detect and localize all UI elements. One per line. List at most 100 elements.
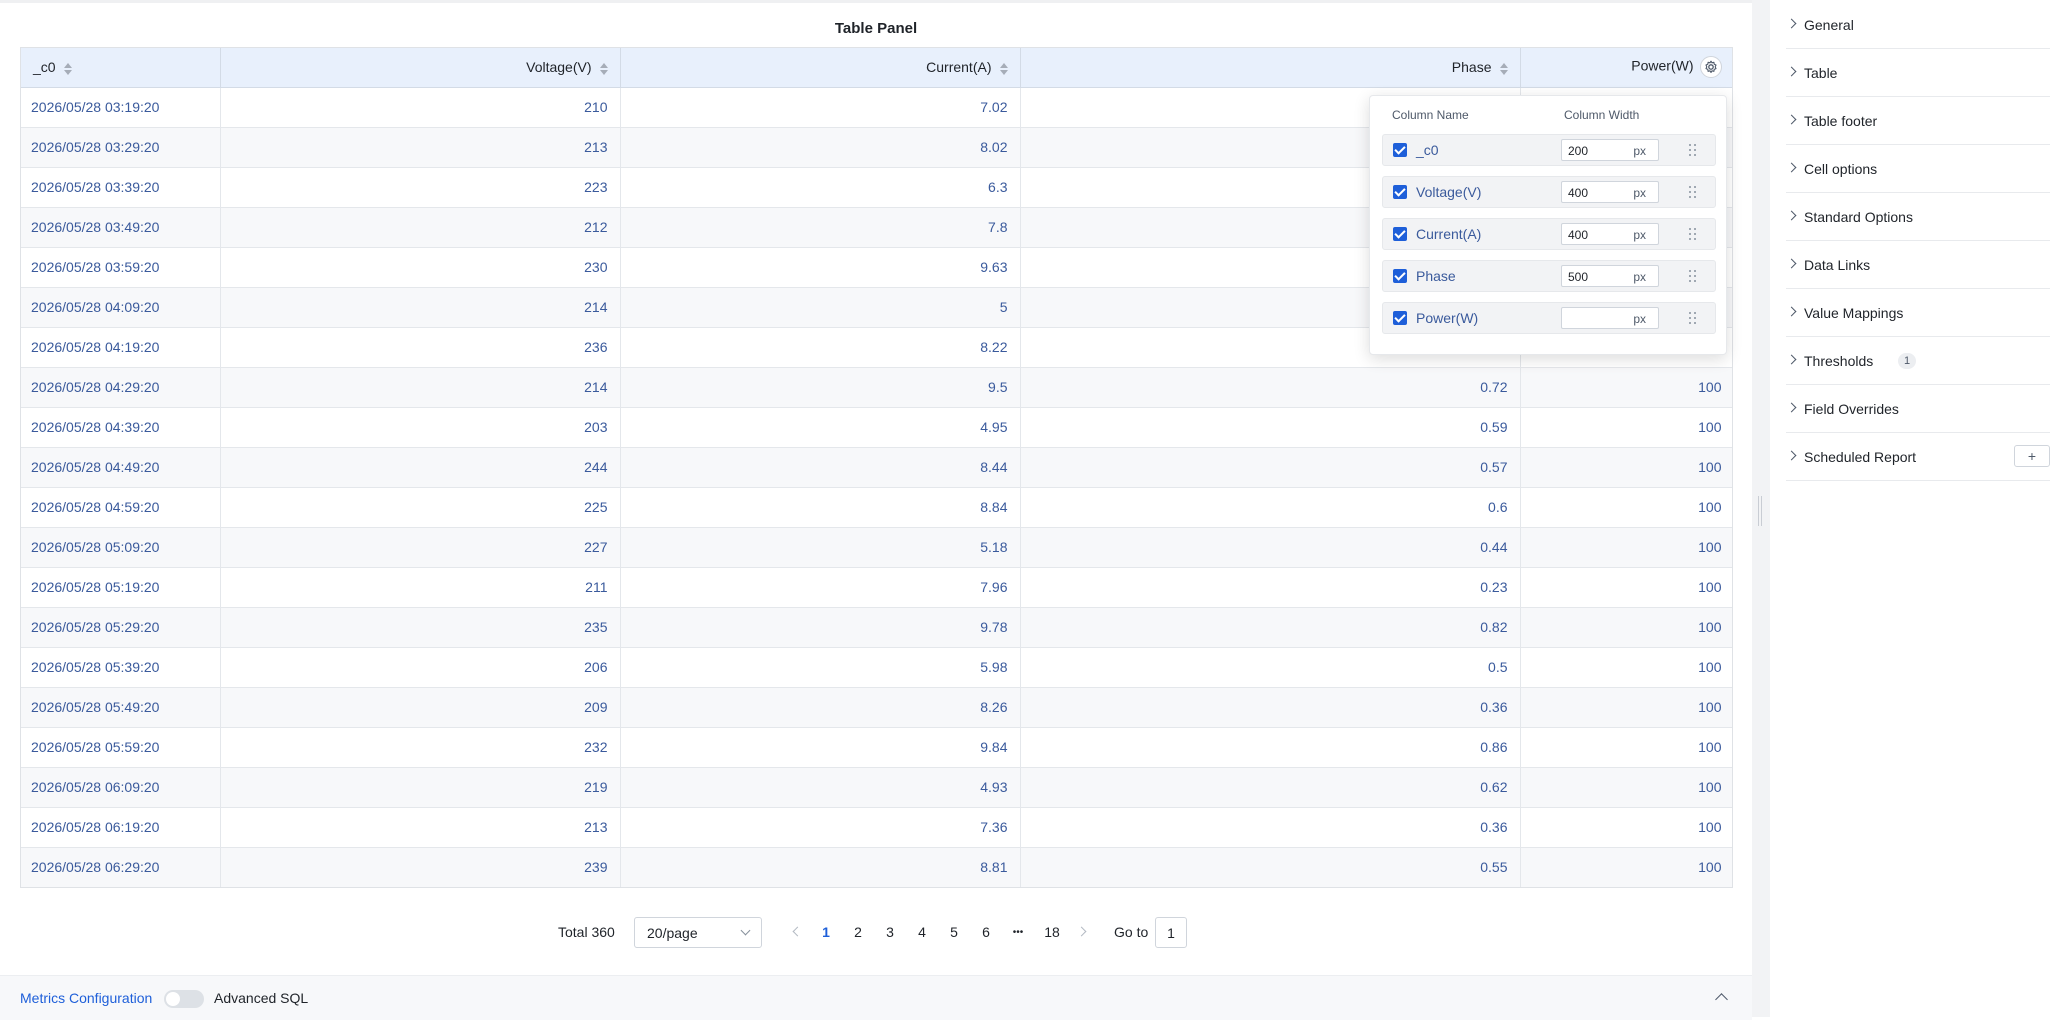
column-width-input[interactable]: 400 px [1561,223,1659,245]
column-header-c0[interactable]: _c0 [21,48,221,88]
chevron-right-icon [1786,354,1797,365]
sort-icon[interactable] [599,62,608,75]
drag-handle-icon[interactable] [1688,228,1698,240]
drag-handle-icon[interactable] [1688,186,1698,198]
page-button-last[interactable]: 18 [1038,924,1066,940]
option-section-table[interactable]: Table [1786,49,2050,97]
page-button-6[interactable]: 6 [974,924,998,940]
table-cell: 232 [220,727,621,768]
option-section-label: Table [1804,65,1838,81]
table-cell: 100 [1520,767,1732,808]
page-size-select[interactable]: 20/page [634,917,762,948]
column-header-voltage[interactable]: Voltage(V) [220,48,621,88]
option-section-cell-options[interactable]: Cell options [1786,145,2050,193]
main-panel-area: Table Panel _c0 Voltage(V) Current(A) Ph… [0,0,1752,1020]
chevron-up-icon[interactable] [1715,993,1728,1006]
table-cell: 2026/05/28 06:19:20 [21,807,221,848]
table-row[interactable]: 2026/05/28 05:19:20 211 7.96 0.23 100 [21,567,1732,608]
table-cell: 2026/05/28 04:49:20 [21,447,221,488]
chevron-right-icon [1786,306,1797,317]
table-row[interactable]: 2026/05/28 04:59:20 225 8.84 0.6 100 [21,487,1732,528]
drag-handle-icon[interactable] [1688,270,1698,282]
option-section-general[interactable]: General [1786,1,2050,49]
table-row[interactable]: 2026/05/28 06:19:20 213 7.36 0.36 100 [21,807,1732,848]
column-setting-row[interactable]: Power(W) px [1382,302,1716,334]
more-pages-ellipsis[interactable]: ••• [1006,927,1030,938]
table-cell: 214 [220,287,621,328]
column-setting-name: _c0 [1416,142,1439,158]
goto-page-input[interactable]: 1 [1155,917,1187,948]
metrics-configuration-link[interactable]: Metrics Configuration [20,990,152,1006]
table-cell: 2026/05/28 04:39:20 [21,407,221,448]
column-visible-checkbox[interactable] [1393,311,1407,325]
column-width-value: 400 [1568,186,1589,200]
column-width-value: 200 [1568,144,1589,158]
sort-icon[interactable] [999,62,1008,75]
drag-handle-icon[interactable] [1688,312,1698,324]
page-button-4[interactable]: 4 [910,924,934,940]
table-cell: 2026/05/28 03:19:20 [21,87,221,128]
table-cell: 211 [220,567,621,608]
column-visible-checkbox[interactable] [1393,143,1407,157]
column-setting-row[interactable]: Phase 500 px [1382,260,1716,292]
chevron-right-icon [1786,162,1797,173]
table-row[interactable]: 2026/05/28 05:39:20 206 5.98 0.5 100 [21,647,1732,688]
sort-icon[interactable] [63,62,72,75]
add-button[interactable]: + [2014,445,2050,467]
option-section-thresholds[interactable]: Thresholds 1 [1786,337,2050,385]
column-setting-name: Power(W) [1416,310,1479,326]
column-header-phase[interactable]: Phase [1020,48,1521,88]
pagination-total: Total 360 [558,924,615,940]
column-width-input[interactable]: 500 px [1561,265,1659,287]
column-width-input[interactable]: 200 px [1561,139,1659,161]
column-setting-row[interactable]: Current(A) 400 px [1382,218,1716,250]
table-cell: 0.57 [1020,447,1521,488]
table-row[interactable]: 2026/05/28 05:59:20 232 9.84 0.86 100 [21,727,1732,768]
chevron-right-icon [1786,450,1797,461]
drag-handle-icon[interactable] [1688,144,1698,156]
table-row[interactable]: 2026/05/28 04:29:20 214 9.5 0.72 100 [21,367,1732,408]
options-sidebar: General Table Table footer Cell options Stan… [1770,0,2068,1017]
option-section-data-links[interactable]: Data Links [1786,241,2050,289]
column-settings-gear-icon[interactable] [1699,56,1722,79]
column-visible-checkbox[interactable] [1393,269,1407,283]
page-button-1[interactable]: 1 [814,924,838,940]
table-cell: 0.36 [1020,807,1521,848]
prev-page-icon[interactable] [792,926,803,937]
page-button-3[interactable]: 3 [878,924,902,940]
option-section-table-footer[interactable]: Table footer [1786,97,2050,145]
sort-icon[interactable] [1499,62,1508,75]
column-header-power[interactable]: Power(W) [1520,48,1732,88]
column-width-unit: px [1633,228,1646,242]
table-cell: 2026/05/28 06:29:20 [21,847,221,887]
drag-handle-icon[interactable] [1758,496,1762,526]
column-header-current[interactable]: Current(A) [620,48,1021,88]
option-section-field-overrides[interactable]: Field Overrides [1786,385,2050,433]
column-width-input[interactable]: 400 px [1561,181,1659,203]
table-row[interactable]: 2026/05/28 04:39:20 203 4.95 0.59 100 [21,407,1732,448]
next-page-icon[interactable] [1076,926,1087,937]
column-width-unit: px [1633,186,1646,200]
table-cell: 7.02 [620,87,1021,128]
table-row[interactable]: 2026/05/28 05:29:20 235 9.78 0.82 100 [21,607,1732,648]
table-row[interactable]: 2026/05/28 05:49:20 209 8.26 0.36 100 [21,687,1732,728]
table-row[interactable]: 2026/05/28 06:29:20 239 8.81 0.55 100 [21,847,1732,887]
column-width-header: Column Width [1564,108,1640,122]
column-setting-row[interactable]: Voltage(V) 400 px [1382,176,1716,208]
option-section-scheduled-report[interactable]: Scheduled Report + [1786,433,2050,481]
option-section-label: Cell options [1804,161,1878,177]
option-section-standard-options[interactable]: Standard Options [1786,193,2050,241]
page-button-5[interactable]: 5 [942,924,966,940]
option-section-value-mappings[interactable]: Value Mappings [1786,289,2050,337]
column-setting-row[interactable]: _c0 200 px [1382,134,1716,166]
column-width-input[interactable]: px [1561,307,1659,329]
page-button-2[interactable]: 2 [846,924,870,940]
column-visible-checkbox[interactable] [1393,227,1407,241]
table-row[interactable]: 2026/05/28 06:09:20 219 4.93 0.62 100 [21,767,1732,808]
table-cell: 4.93 [620,767,1021,808]
panel-resize-divider[interactable] [1752,0,1770,1017]
table-row[interactable]: 2026/05/28 04:49:20 244 8.44 0.57 100 [21,447,1732,488]
column-visible-checkbox[interactable] [1393,185,1407,199]
advanced-sql-toggle[interactable] [164,990,204,1008]
table-row[interactable]: 2026/05/28 05:09:20 227 5.18 0.44 100 [21,527,1732,568]
